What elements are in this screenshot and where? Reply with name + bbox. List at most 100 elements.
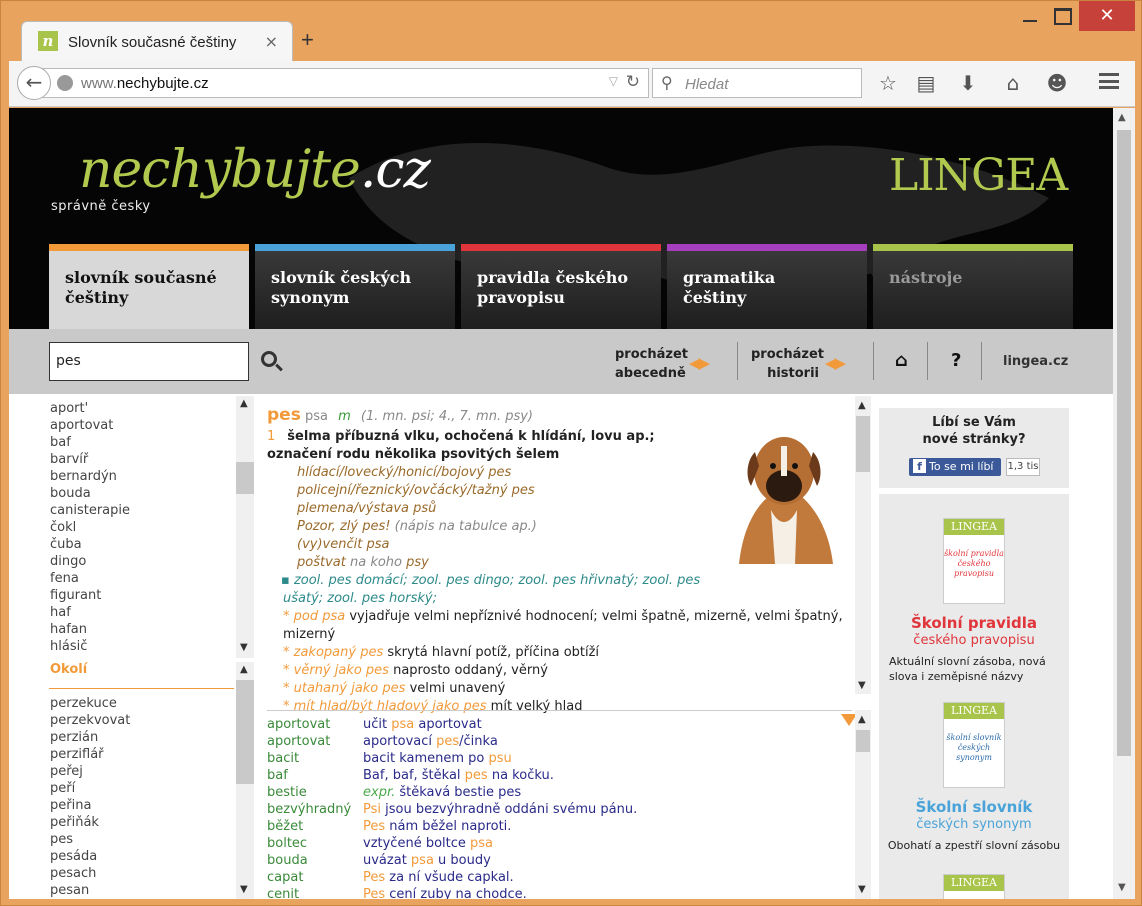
okoli-list-item[interactable]: peří [50, 780, 75, 797]
book-cover-next[interactable]: LINGEA [943, 874, 1005, 899]
url-dropdown-icon[interactable]: ▽ [609, 74, 618, 88]
related-word[interactable]: bacit [267, 750, 299, 767]
related-word[interactable]: boltec [267, 835, 307, 852]
scroll-down-icon[interactable]: ▼ [858, 884, 866, 895]
related-example[interactable]: vztyčené boltce psa [363, 835, 493, 852]
related-word[interactable]: capat [267, 869, 303, 886]
lingea-logo[interactable]: LINGEA [889, 150, 1068, 201]
okoli-list-item[interactable]: perzekuce [50, 695, 117, 712]
okoli-list-item[interactable]: pes [50, 831, 73, 848]
dictionary-search-input[interactable]: pes [49, 342, 249, 381]
related-word[interactable]: cenit [267, 886, 299, 899]
chat-icon[interactable]: ☻ [1044, 71, 1070, 95]
reload-icon[interactable]: ↻ [626, 72, 640, 92]
related-scrollbar[interactable]: ▲ ▼ [855, 710, 871, 899]
related-example[interactable]: Pes nám běžel naproti. [363, 818, 511, 835]
promo-title[interactable]: Školní pravidla [879, 614, 1069, 632]
lingea-link[interactable]: lingea.cz [1003, 354, 1068, 369]
okoli-list-item[interactable]: peřej [50, 763, 83, 780]
back-button[interactable]: ← [17, 66, 51, 100]
scroll-down-icon[interactable]: ▼ [858, 680, 866, 691]
related-word[interactable]: bestie [267, 784, 307, 801]
book-cover-pravidla[interactable]: LINGEA školní pravidla českého pravopisu [943, 518, 1005, 604]
related-example[interactable]: expr. štěkavá bestie pes [363, 784, 521, 801]
word-list-item[interactable]: fena [50, 570, 79, 587]
word-list-item[interactable]: aport' [50, 400, 88, 417]
reading-list-icon[interactable]: ▤ [913, 71, 939, 95]
related-example[interactable]: Pes cení zuby na chodce. [363, 886, 527, 899]
word-list-item[interactable]: barvíř [50, 451, 88, 468]
related-word[interactable]: aportovat [267, 733, 330, 750]
scroll-up-icon[interactable]: ▲ [1118, 112, 1126, 123]
tab-slovnik-ceskych-synonym[interactable]: slovník českých synonym [255, 244, 455, 329]
okoli-list-item[interactable]: perziflář [50, 746, 104, 763]
related-word[interactable]: bezvýhradný [267, 801, 351, 818]
tab-close-icon[interactable]: × [265, 32, 278, 51]
related-word[interactable]: aportovat [267, 716, 330, 733]
related-example[interactable]: Baf, baf, štěkal pes na kočku. [363, 767, 554, 784]
okoli-list-item[interactable]: pesan [50, 882, 89, 899]
browse-history-arrows-icon[interactable]: ◀▶ [825, 354, 846, 372]
scroll-thumb[interactable] [1117, 130, 1131, 756]
home-icon[interactable]: ⌂ [895, 350, 908, 371]
okoli-list-item[interactable]: peřina [50, 797, 91, 814]
related-example[interactable]: Pes za ní všude capkal. [363, 869, 514, 886]
browse-history-label[interactable]: procházet historii [751, 345, 824, 383]
promo-subtitle[interactable]: českého pravopisu [879, 633, 1069, 648]
word-list-item[interactable]: haf [50, 604, 71, 621]
scroll-down-icon[interactable]: ▼ [240, 642, 248, 653]
new-tab-icon[interactable]: + [301, 27, 314, 53]
entry-scrollbar[interactable]: ▲ ▼ [855, 396, 871, 694]
scroll-up-icon[interactable]: ▲ [858, 714, 866, 725]
word-list-item[interactable]: dingo [50, 553, 86, 570]
word-list-item[interactable]: figurant [50, 587, 101, 604]
word-list-item[interactable]: bouda [50, 485, 91, 502]
browser-tab[interactable]: n Slovník současné češtiny × [21, 21, 293, 61]
scroll-up-icon[interactable]: ▲ [858, 400, 866, 411]
book-cover-synonyma[interactable]: LINGEA školní slovník českých synonym [943, 702, 1005, 788]
scroll-thumb[interactable] [856, 416, 870, 472]
tab-slovnik-soucasne-cestiny[interactable]: slovník současné češtiny [49, 244, 249, 329]
word-list-item[interactable]: čuba [50, 536, 82, 553]
download-icon[interactable]: ⬇ [955, 71, 981, 95]
related-example[interactable]: aportovací pes/činka [363, 733, 498, 750]
okoli-list-item[interactable]: pesáda [50, 848, 97, 865]
window-close-button[interactable]: ✕ [1079, 1, 1135, 31]
word-list-item[interactable]: canisterapie [50, 502, 130, 519]
word-list-item[interactable]: hlásič [50, 638, 87, 655]
promo-title[interactable]: Školní slovník [879, 798, 1069, 816]
okoli-list-item[interactable]: perzián [50, 729, 98, 746]
maximize-button[interactable] [1047, 1, 1077, 31]
related-example[interactable]: bacit kamenem po psu [363, 750, 512, 767]
related-word[interactable]: bouda [267, 852, 308, 869]
okoli-scrollbar[interactable]: ▲ ▼ [236, 662, 254, 899]
scroll-up-icon[interactable]: ▲ [240, 398, 248, 409]
search-icon[interactable] [261, 351, 277, 367]
minimize-button[interactable] [1013, 1, 1047, 31]
promo-subtitle[interactable]: českých synonym [879, 817, 1069, 832]
word-list-item[interactable]: aportovat [50, 417, 113, 434]
bookmark-star-icon[interactable]: ☆ [875, 71, 901, 95]
word-list-scrollbar[interactable]: ▲ ▼ [236, 396, 254, 658]
browse-alphabetically-label[interactable]: procházet abecedně [615, 345, 688, 383]
tab-nastroje[interactable]: nástroje [873, 244, 1073, 329]
site-logo[interactable]: nechybujte.cz [79, 140, 431, 200]
help-icon[interactable]: ? [951, 350, 961, 371]
scroll-up-icon[interactable]: ▲ [240, 664, 248, 675]
related-example[interactable]: učit psa aportovat [363, 716, 482, 733]
related-example[interactable]: uvázat psa u boudy [363, 852, 491, 869]
scroll-thumb[interactable] [236, 680, 254, 784]
tab-gramatika-cestiny[interactable]: gramatika češtiny [667, 244, 867, 329]
related-example[interactable]: Psi jsou bezvýhradně oddáni svému pánu. [363, 801, 637, 818]
scroll-down-icon[interactable]: ▼ [240, 884, 248, 895]
okoli-list-item[interactable]: peřiňák [50, 814, 99, 831]
browser-search-input[interactable]: ⚲ Hledat [652, 68, 862, 98]
okoli-list-item[interactable]: perzekvovat [50, 712, 130, 729]
scroll-down-icon[interactable]: ▼ [1118, 882, 1126, 893]
facebook-like-button[interactable]: To se mi líbí [909, 458, 1001, 476]
word-list-item[interactable]: bernardýn [50, 468, 117, 485]
home-icon[interactable]: ⌂ [1000, 71, 1026, 95]
related-word[interactable]: běžet [267, 818, 303, 835]
related-word[interactable]: baf [267, 767, 288, 784]
okoli-list-item[interactable]: pesach [50, 865, 96, 882]
